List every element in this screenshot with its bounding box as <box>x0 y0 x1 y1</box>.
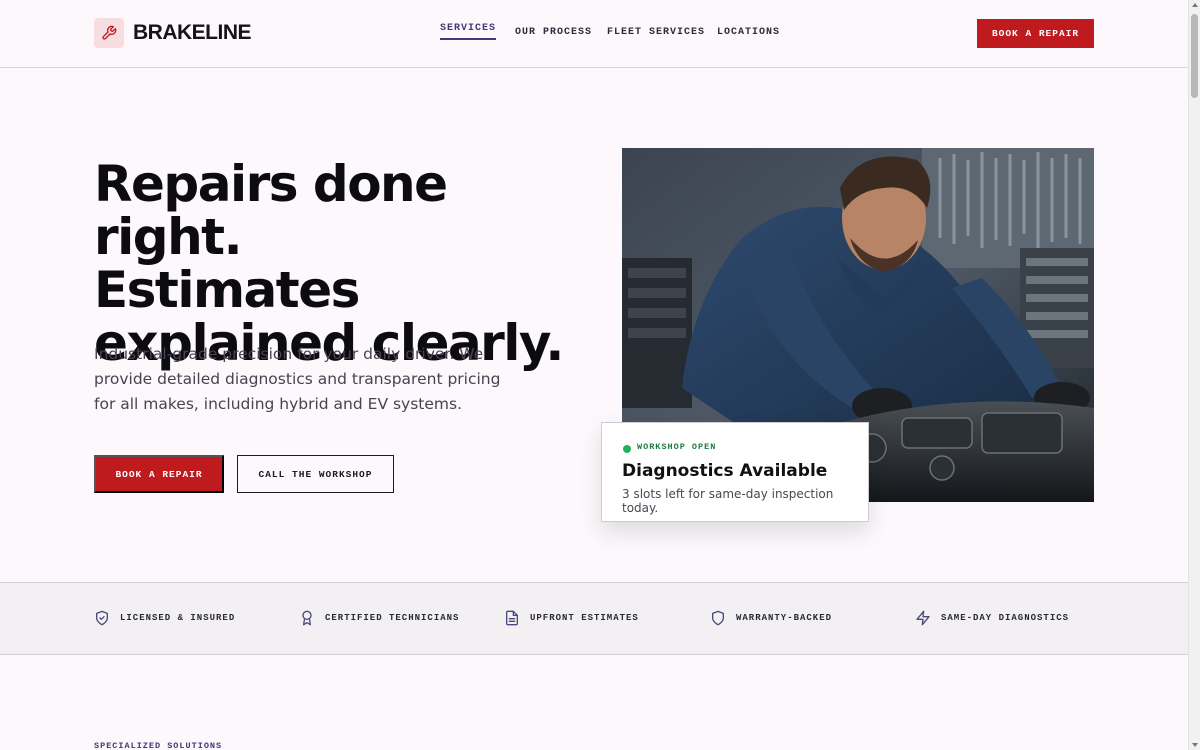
book-repair-header-button[interactable]: BOOK A REPAIR <box>977 19 1094 48</box>
trust-item-licensed: LICENSED & INSURED <box>94 610 235 626</box>
trust-item-label: CERTIFIED TECHNICIANS <box>325 613 460 623</box>
award-icon <box>302 610 312 626</box>
scroll-down-icon[interactable] <box>1192 743 1198 747</box>
scroll-thumb[interactable] <box>1191 14 1198 98</box>
hero-title: Repairs done right. Estimates explained … <box>94 158 594 370</box>
shield-check-icon <box>96 610 108 626</box>
trust-item-label: SAME-DAY DIAGNOSTICS <box>941 613 1070 623</box>
trust-item-certified: CERTIFIED TECHNICIANS <box>299 610 459 626</box>
trust-item-estimates: UPFRONT ESTIMATES <box>504 610 639 626</box>
brand-name[interactable]: BRAKELINE <box>133 21 252 45</box>
section-eyebrow: SPECIALIZED SOLUTIONS <box>94 741 223 750</box>
workshop-status-card: WORKSHOP OPEN Diagnostics Available 3 sl… <box>601 422 869 522</box>
trust-item-label: WARRANTY-BACKED <box>736 613 833 623</box>
trust-item-label: UPFRONT ESTIMATES <box>530 613 639 623</box>
trust-strip: LICENSED & INSURED CERTIFIED TECHNICIANS… <box>0 582 1188 655</box>
book-repair-button[interactable]: BOOK A REPAIR <box>94 455 224 493</box>
document-icon <box>506 610 518 626</box>
wrench-icon[interactable] <box>94 18 124 48</box>
call-workshop-button[interactable]: CALL THE WORKSHOP <box>237 455 394 493</box>
trust-item-same-day: SAME-DAY DIAGNOSTICS <box>915 610 1069 626</box>
status-card-subtitle: 3 slots left for same-day inspection tod… <box>622 487 834 515</box>
nav-locations[interactable]: LOCATIONS <box>717 27 780 38</box>
trust-item-warranty: WARRANTY-BACKED <box>710 610 832 626</box>
hero-title-line: Estimates <box>94 261 360 319</box>
page-scrollbar[interactable] <box>1188 0 1200 750</box>
lightning-icon <box>916 610 930 626</box>
nav-services[interactable]: SERVICES <box>440 23 497 40</box>
hero-title-line: Repairs done right. <box>94 155 448 266</box>
site-header: BRAKELINE SERVICES OUR PROCESS FLEET SER… <box>0 0 1188 68</box>
nav-fleet-services[interactable]: FLEET SERVICES <box>607 27 705 38</box>
status-card-title: Diagnostics Available <box>622 461 828 481</box>
scroll-up-icon[interactable] <box>1192 3 1198 7</box>
hero-description: Industrial-grade precision for your dail… <box>94 345 501 413</box>
workshop-status: WORKSHOP OPEN <box>637 442 717 452</box>
nav-our-process[interactable]: OUR PROCESS <box>515 27 592 38</box>
status-indicator-icon <box>623 445 631 453</box>
trust-item-label: LICENSED & INSURED <box>120 613 236 623</box>
shield-icon <box>712 610 724 626</box>
